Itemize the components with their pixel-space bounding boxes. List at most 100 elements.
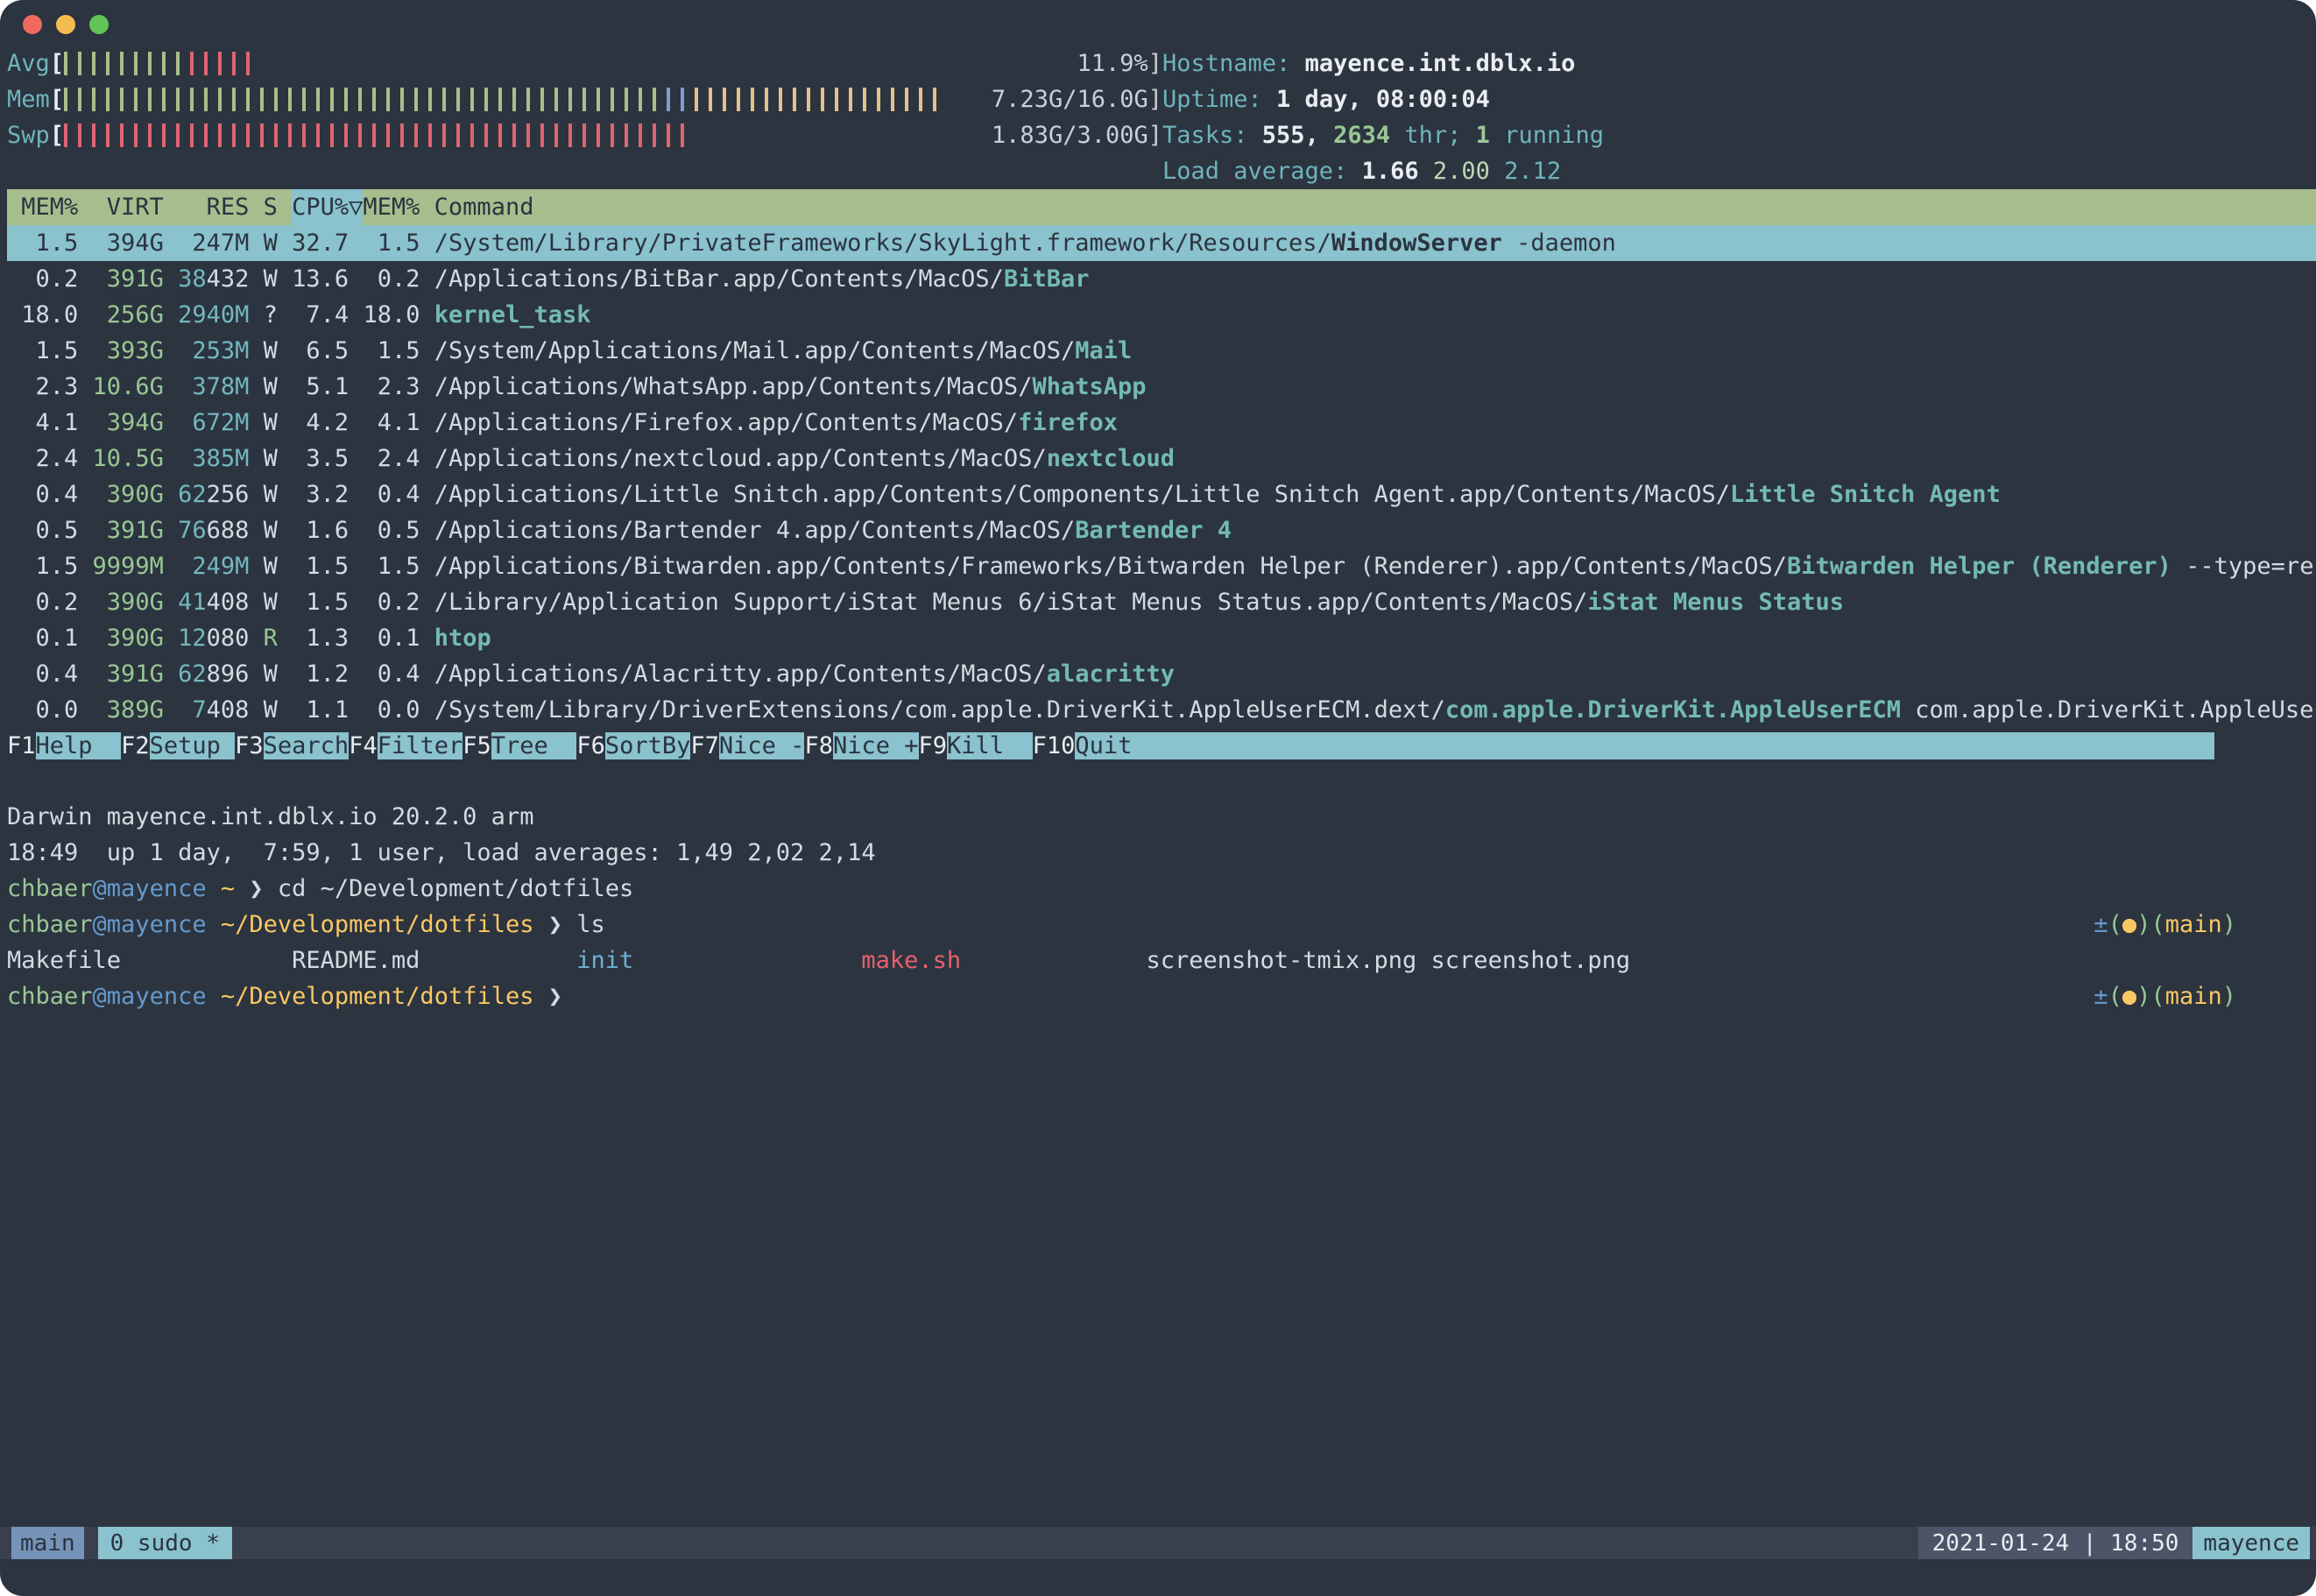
meter-bar: [358, 124, 362, 147]
text-segment: 378M: [178, 369, 264, 405]
tmux-hostname: mayence: [2192, 1527, 2310, 1559]
text-segment: 1: [1476, 122, 1490, 149]
fnkey-setup[interactable]: F2Setup: [121, 728, 235, 764]
process-row[interactable]: 2.3 10.6G 378M W 5.1 2.3 /Applications/W…: [7, 369, 2316, 405]
text-segment: BitBar: [1004, 261, 1090, 297]
meter-bar: [611, 124, 614, 147]
text-segment: W: [264, 548, 293, 584]
titlebar[interactable]: [0, 0, 2316, 46]
text-segment: 391G: [93, 656, 179, 692]
process-row[interactable]: 0.2 391G 38432 W 13.6 0.2 /Applications/…: [7, 261, 2316, 297]
sort-column-header[interactable]: CPU%▽: [292, 189, 363, 225]
fnkey-label: Tree: [491, 732, 577, 759]
text-segment: main: [2165, 983, 2222, 1010]
process-row[interactable]: 0.2 390G 41408 W 1.5 0.2 /Library/Applic…: [7, 584, 2316, 620]
meter-bar: [442, 88, 446, 111]
text-segment: 0.5: [7, 512, 93, 548]
text-segment: 672M: [178, 405, 264, 441]
meter-bar: [765, 88, 768, 111]
text-segment: 2940M: [178, 297, 264, 333]
meter-bar: [554, 88, 558, 111]
fnkey-number: F2: [121, 732, 150, 759]
text-segment: ❯: [533, 983, 562, 1010]
fnkey-nice-[interactable]: F7Nice -: [690, 728, 804, 764]
meter-bar: [611, 88, 614, 111]
text-segment: make.sh: [861, 947, 1146, 974]
tmux-window-tab[interactable]: 0 sudo *: [98, 1527, 232, 1559]
column-headers[interactable]: MEM% Command: [363, 189, 533, 225]
text-segment: @mayence: [93, 983, 207, 1010]
process-row[interactable]: 4.1 394G 672M W 4.2 4.1 /Applications/Fi…: [7, 405, 2316, 441]
text-segment: 0.1: [363, 620, 434, 656]
fnkey-tree[interactable]: F5Tree: [462, 728, 576, 764]
uptime-line: 18:49 up 1 day, 7:59, 1 user, load avera…: [7, 835, 2316, 871]
process-row[interactable]: 0.4 391G 62896 W 1.2 0.4 /Applications/A…: [7, 656, 2316, 692]
text-segment: iStat Menus Status: [1587, 584, 1844, 620]
process-row[interactable]: 1.5 9999M 249M W 1.5 1.5 /Applications/B…: [7, 548, 2316, 584]
close-button[interactable]: [23, 15, 42, 34]
fnkey-kill[interactable]: F9Kill: [919, 728, 1033, 764]
process-row[interactable]: 0.5 391G 76688 W 1.6 0.5 /Applications/B…: [7, 512, 2316, 548]
meter-bar: [176, 52, 180, 75]
fnkey-filter[interactable]: F4Filter: [349, 728, 462, 764]
meter-bar: [274, 124, 278, 147]
text-segment: 2.00: [1433, 158, 1504, 185]
text-segment: htop: [434, 620, 491, 656]
process-row[interactable]: 18.0 256G 2940M ? 7.4 18.0 kernel_task: [7, 297, 2316, 333]
meter-bar: [540, 88, 544, 111]
process-row[interactable]: 0.1 390G 12080 R 1.3 0.1 htop: [7, 620, 2316, 656]
text-segment: firefox: [1018, 405, 1118, 441]
text-segment: 385M: [178, 441, 264, 477]
text-segment: 0.4: [363, 656, 434, 692]
meter-bar: [134, 124, 138, 147]
fnkey-number: F10: [1033, 732, 1076, 759]
fnkey-help[interactable]: F1Help: [7, 728, 121, 764]
fnkey-sortby[interactable]: F6SortBy: [576, 728, 690, 764]
text-segment: 4.1: [363, 405, 434, 441]
meter-avg: Avg[11.9%]: [7, 46, 1162, 81]
meter-bar: [625, 88, 628, 111]
meter-bar: [176, 124, 180, 147]
text-segment: Load average:: [1162, 158, 1362, 185]
process-row[interactable]: 0.4 390G 62256 W 3.2 0.4 /Applications/L…: [7, 477, 2316, 512]
meter-bar: [372, 124, 376, 147]
prompt-cd: chbaer@mayence ~ ❯ cd ~/Development/dotf…: [7, 871, 2316, 907]
column-headers[interactable]: MEM% VIRT RES S: [7, 189, 292, 225]
meter-bar: [428, 124, 432, 147]
meter-bar: [78, 52, 81, 75]
process-row[interactable]: 0.0 389G 7408 W 1.1 0.0 /System/Library/…: [7, 692, 2316, 728]
text-segment: 9999M: [93, 548, 179, 584]
meter-bar: [681, 124, 684, 147]
process-row[interactable]: 2.4 10.5G 385M W 3.5 2.4 /Applications/n…: [7, 441, 2316, 477]
meter-bar: [274, 88, 278, 111]
text-segment: 1.66: [1362, 158, 1433, 185]
fnkey-number: F5: [462, 732, 491, 759]
text-segment: /Applications/Little Snitch.app/Contents…: [434, 477, 1730, 512]
fnkey-number: F6: [576, 732, 605, 759]
process-row-selected[interactable]: 1.5 394G 247M W 32.7 1.5 /System/Library…: [7, 225, 2316, 261]
text-segment: 7: [178, 692, 207, 728]
tmux-session-name[interactable]: main: [11, 1527, 84, 1559]
text-segment: 1.5: [363, 548, 434, 584]
meter-bar: [148, 124, 152, 147]
fnkey-quit[interactable]: F10Quit: [1033, 728, 2214, 764]
minimize-button[interactable]: [56, 15, 75, 34]
process-row[interactable]: 1.5 393G 253M W 6.5 1.5 /System/Applicat…: [7, 333, 2316, 369]
fnkey-search[interactable]: F3Search: [235, 728, 349, 764]
text-segment: 390G: [93, 477, 179, 512]
text-segment: 2.3: [363, 369, 434, 405]
meter-bar: [905, 88, 908, 111]
zoom-button[interactable]: [89, 15, 109, 34]
text-segment: 1.2: [292, 656, 363, 692]
process-table-header[interactable]: MEM% VIRT RES S CPU%▽MEM% Command: [7, 189, 2316, 225]
text-segment: W: [264, 512, 293, 548]
meter-bar: [134, 88, 138, 111]
text-segment: R: [264, 620, 293, 656]
text-segment: WindowServer: [1331, 225, 1502, 261]
fnkey-label: Setup: [150, 732, 236, 759]
text-segment: [207, 875, 221, 902]
system-info-line: Hostname: mayence.int.dblx.io: [1162, 46, 1604, 81]
meter-bar: [919, 88, 922, 111]
meter-bar: [120, 52, 124, 75]
fnkey-nice-[interactable]: F8Nice +: [804, 728, 918, 764]
